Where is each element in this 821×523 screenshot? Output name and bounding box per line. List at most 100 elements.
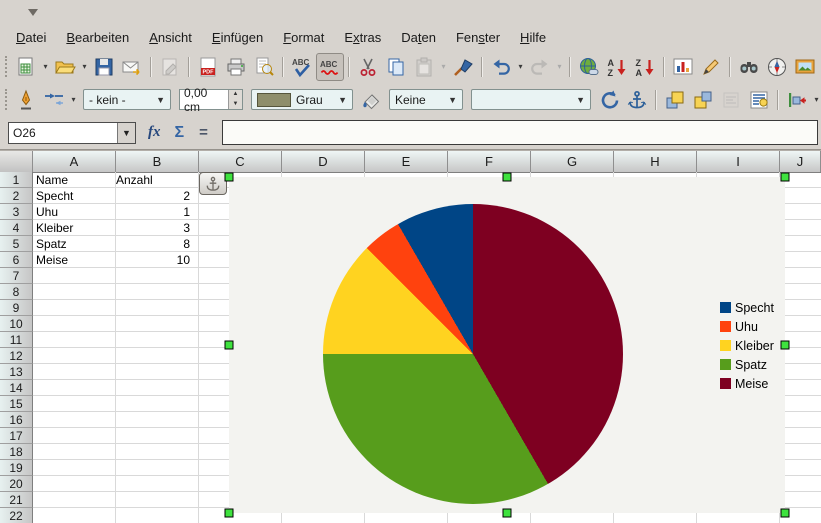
fill-style-select-arrow-icon[interactable]: ▼	[448, 95, 457, 105]
hyperlink-button[interactable]	[575, 53, 603, 81]
name-box[interactable]: O26 ▼	[8, 122, 136, 144]
undo-button[interactable]	[487, 53, 515, 81]
line-width-spinner[interactable]: 0,00 cm▲▼	[179, 89, 243, 110]
row-header-8[interactable]: 8	[0, 284, 33, 300]
open-document-button[interactable]	[51, 53, 79, 81]
row-header-1[interactable]: 1	[0, 172, 33, 188]
menu-fenster[interactable]: Fenster	[446, 27, 510, 48]
column-header-b[interactable]: B	[116, 151, 199, 172]
row-header-11[interactable]: 11	[0, 332, 33, 348]
row-header-7[interactable]: 7	[0, 268, 33, 284]
selection-handle-middle-left[interactable]	[225, 341, 234, 350]
column-header-h[interactable]: H	[614, 151, 697, 172]
column-header-e[interactable]: E	[365, 151, 448, 172]
new-document-button[interactable]	[12, 53, 40, 81]
cell-A5[interactable]: Spatz	[36, 236, 113, 252]
row-header-22[interactable]: 22	[0, 508, 33, 523]
find-replace-button[interactable]	[735, 53, 763, 81]
undo-dropdown-icon[interactable]: ▾	[515, 62, 526, 71]
cell-B5[interactable]: 8	[116, 236, 193, 252]
save-button[interactable]	[90, 53, 118, 81]
line-width-spinner-steppers[interactable]: ▲▼	[228, 90, 242, 109]
column-header-a[interactable]: A	[33, 151, 116, 172]
pie-chart-object[interactable]: SpechtUhuKleiberSpatzMeise	[229, 177, 785, 513]
export-pdf-button[interactable]: PDF	[194, 53, 222, 81]
email-button[interactable]	[118, 53, 146, 81]
menu-ansicht[interactable]: Ansicht	[139, 27, 202, 48]
input-line[interactable]	[222, 120, 818, 145]
cell-A3[interactable]: Uhu	[36, 204, 113, 220]
print-preview-button[interactable]	[250, 53, 278, 81]
row-header-16[interactable]: 16	[0, 412, 33, 428]
column-header-f[interactable]: F	[448, 151, 531, 172]
column-header-d[interactable]: D	[282, 151, 365, 172]
row-header-20[interactable]: 20	[0, 476, 33, 492]
line-color-select-arrow-icon[interactable]: ▼	[338, 95, 347, 105]
cell-B2[interactable]: 2	[116, 188, 193, 204]
menu-bearbeiten[interactable]: Bearbeiten	[56, 27, 139, 48]
selection-handle-top-left[interactable]	[225, 173, 234, 182]
cell-A4[interactable]: Kleiber	[36, 220, 113, 236]
chart-anchor-button[interactable]	[199, 172, 227, 195]
cell-B6[interactable]: 10	[116, 252, 193, 268]
formula-icon[interactable]: =	[199, 124, 208, 141]
bring-to-front-button[interactable]	[661, 86, 689, 114]
column-header-g[interactable]: G	[531, 151, 614, 172]
menu-einfgen[interactable]: Einfügen	[202, 27, 273, 48]
row-header-15[interactable]: 15	[0, 396, 33, 412]
gallery-button[interactable]	[791, 53, 819, 81]
row-header-17[interactable]: 17	[0, 428, 33, 444]
fill-color-select[interactable]: ▼	[471, 89, 591, 110]
row-header-18[interactable]: 18	[0, 444, 33, 460]
column-header-j[interactable]: J	[780, 151, 821, 172]
draw-functions-button[interactable]	[697, 53, 725, 81]
menu-datei[interactable]: Datei	[6, 27, 56, 48]
toolbar-grip[interactable]	[5, 89, 7, 110]
area-fill-button[interactable]	[357, 86, 385, 114]
toolbar-overflow-icon[interactable]	[28, 9, 38, 16]
row-header-6[interactable]: 6	[0, 252, 33, 268]
selection-handle-bottom-left[interactable]	[225, 509, 234, 518]
menu-extras[interactable]: Extras	[334, 27, 391, 48]
ink-pen-button[interactable]	[12, 86, 40, 114]
rotate-object-button[interactable]	[595, 86, 623, 114]
text-wrap-button[interactable]	[745, 86, 773, 114]
line-style-select[interactable]: - kein -▼	[83, 89, 171, 110]
selection-handle-top-center[interactable]	[503, 173, 512, 182]
column-header-i[interactable]: I	[697, 151, 780, 172]
row-header-5[interactable]: 5	[0, 236, 33, 252]
new-document-dropdown-icon[interactable]: ▾	[40, 62, 51, 71]
function-wizard-icon[interactable]: fx	[148, 124, 161, 141]
to-background-button[interactable]	[783, 86, 811, 114]
copy-button[interactable]	[382, 53, 410, 81]
selection-handle-bottom-center[interactable]	[503, 509, 512, 518]
menu-hilfe[interactable]: Hilfe	[510, 27, 556, 48]
cell-A2[interactable]: Specht	[36, 188, 113, 204]
row-header-3[interactable]: 3	[0, 204, 33, 220]
row-header-4[interactable]: 4	[0, 220, 33, 236]
arrow-style-button[interactable]	[40, 86, 68, 114]
cut-button[interactable]	[354, 53, 382, 81]
line-color-select[interactable]: Grau▼	[251, 89, 353, 110]
select-all-corner[interactable]	[0, 151, 33, 172]
menu-daten[interactable]: Daten	[391, 27, 446, 48]
cell-B3[interactable]: 1	[116, 204, 193, 220]
anchor-button[interactable]	[623, 86, 651, 114]
sort-descending-button[interactable]: ZA	[631, 53, 659, 81]
selection-handle-bottom-right[interactable]	[781, 509, 790, 518]
sum-icon[interactable]: Σ	[175, 124, 185, 142]
cell-B4[interactable]: 3	[116, 220, 193, 236]
row-header-13[interactable]: 13	[0, 364, 33, 380]
send-to-back-button[interactable]	[689, 86, 717, 114]
row-header-12[interactable]: 12	[0, 348, 33, 364]
cell-A1[interactable]: Name	[36, 172, 113, 188]
fill-style-select[interactable]: Keine▼	[389, 89, 463, 110]
cell-B1[interactable]: Anzahl	[116, 172, 193, 188]
sort-ascending-button[interactable]: AZ	[603, 53, 631, 81]
spellcheck-button[interactable]: ABC	[288, 53, 316, 81]
navigator-button[interactable]	[763, 53, 791, 81]
pie-plot[interactable]	[323, 204, 623, 504]
format-paintbrush-button[interactable]	[449, 53, 477, 81]
row-header-10[interactable]: 10	[0, 316, 33, 332]
row-header-21[interactable]: 21	[0, 492, 33, 508]
